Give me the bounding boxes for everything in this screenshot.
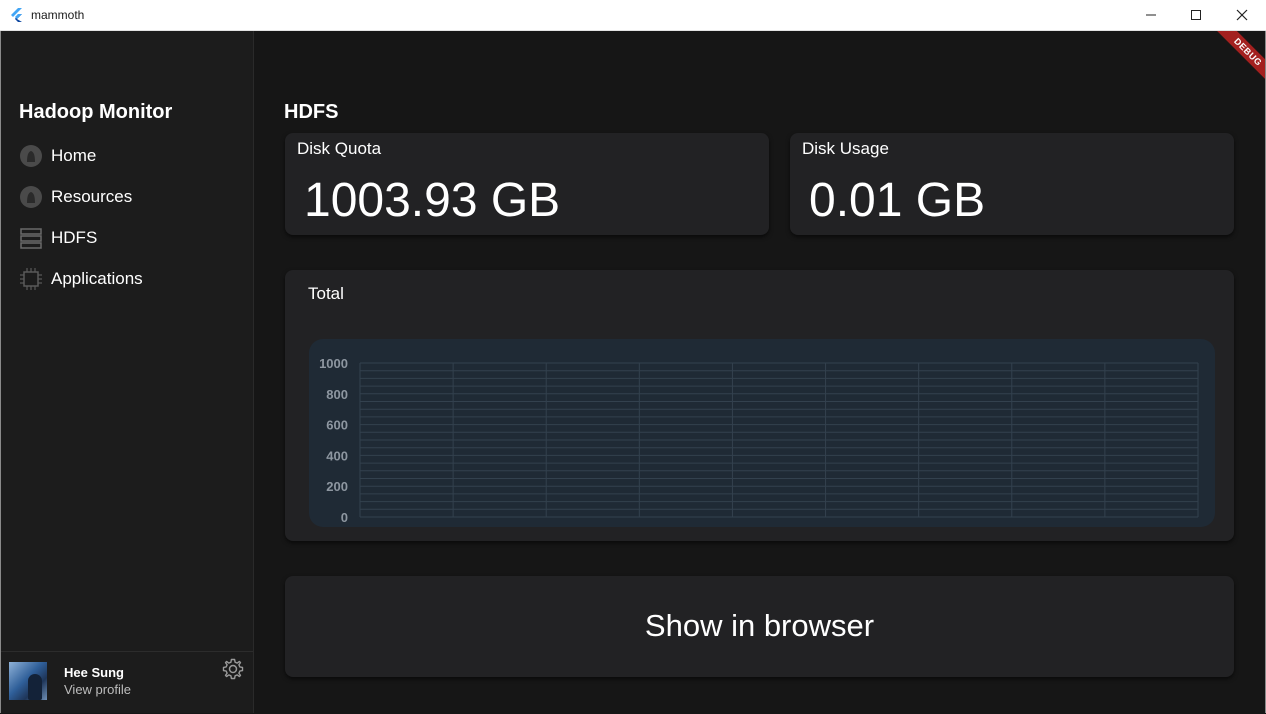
window-titlebar: mammoth	[0, 0, 1266, 31]
disk-quota-card: Disk Quota 1003.93 GB	[285, 133, 769, 235]
y-tick-label: 400	[326, 448, 348, 463]
avatar-icon	[18, 184, 44, 210]
chart-panel: 0 200 400 600 800 1000	[309, 339, 1215, 527]
minimize-button[interactable]	[1128, 0, 1174, 30]
disk-usage-card: Disk Usage 0.01 GB	[790, 133, 1234, 235]
close-icon	[1236, 9, 1248, 21]
disk-quota-label: Disk Quota	[297, 139, 381, 159]
avatar-icon	[18, 143, 44, 169]
close-button[interactable]	[1219, 0, 1265, 30]
debug-banner: DEBUG	[1209, 31, 1265, 87]
avatar	[9, 662, 47, 700]
minimize-icon	[1145, 9, 1157, 21]
sidebar-item-hdfs[interactable]: HDFS	[1, 220, 253, 256]
flutter-icon	[10, 8, 24, 22]
window-title: mammoth	[31, 8, 84, 22]
page-title: HDFS	[284, 101, 338, 124]
sidebar-item-resources[interactable]: Resources	[1, 179, 253, 215]
total-line-chart: 0 200 400 600 800 1000	[309, 339, 1215, 527]
disk-usage-value: 0.01 GB	[809, 173, 985, 228]
sidebar-item-label: HDFS	[51, 228, 97, 248]
gear-icon[interactable]	[221, 657, 245, 681]
app-brand: Hadoop Monitor	[19, 101, 172, 124]
show-in-browser-label: Show in browser	[285, 608, 1234, 644]
y-tick-label: 600	[326, 418, 348, 433]
chip-icon	[18, 266, 44, 292]
sidebar-item-label: Home	[51, 146, 96, 166]
sidebar-item-label: Resources	[51, 187, 132, 207]
view-profile-link[interactable]: View profile	[64, 682, 131, 697]
y-tick-label: 200	[326, 479, 348, 494]
maximize-icon	[1190, 9, 1202, 21]
show-in-browser-button[interactable]: Show in browser	[285, 576, 1234, 677]
sidebar: Hadoop Monitor Home Resources HDFS	[1, 31, 254, 713]
sidebar-item-home[interactable]: Home	[1, 138, 253, 174]
y-tick-label: 800	[326, 387, 348, 402]
user-name: Hee Sung	[64, 665, 124, 680]
sidebar-item-applications[interactable]: Applications	[1, 261, 253, 297]
y-tick-label: 1000	[319, 356, 348, 371]
y-tick-label: 0	[341, 510, 348, 525]
maximize-button[interactable]	[1173, 0, 1219, 30]
user-profile[interactable]: Hee Sung View profile	[1, 651, 253, 714]
total-chart-card: Total 0 200 400 600 800 1000	[285, 270, 1234, 541]
disk-usage-label: Disk Usage	[802, 139, 889, 159]
chart-title: Total	[308, 284, 344, 304]
debug-label: DEBUG	[1211, 31, 1265, 87]
sidebar-item-label: Applications	[51, 269, 143, 289]
storage-icon	[18, 225, 44, 251]
disk-quota-value: 1003.93 GB	[304, 173, 560, 228]
